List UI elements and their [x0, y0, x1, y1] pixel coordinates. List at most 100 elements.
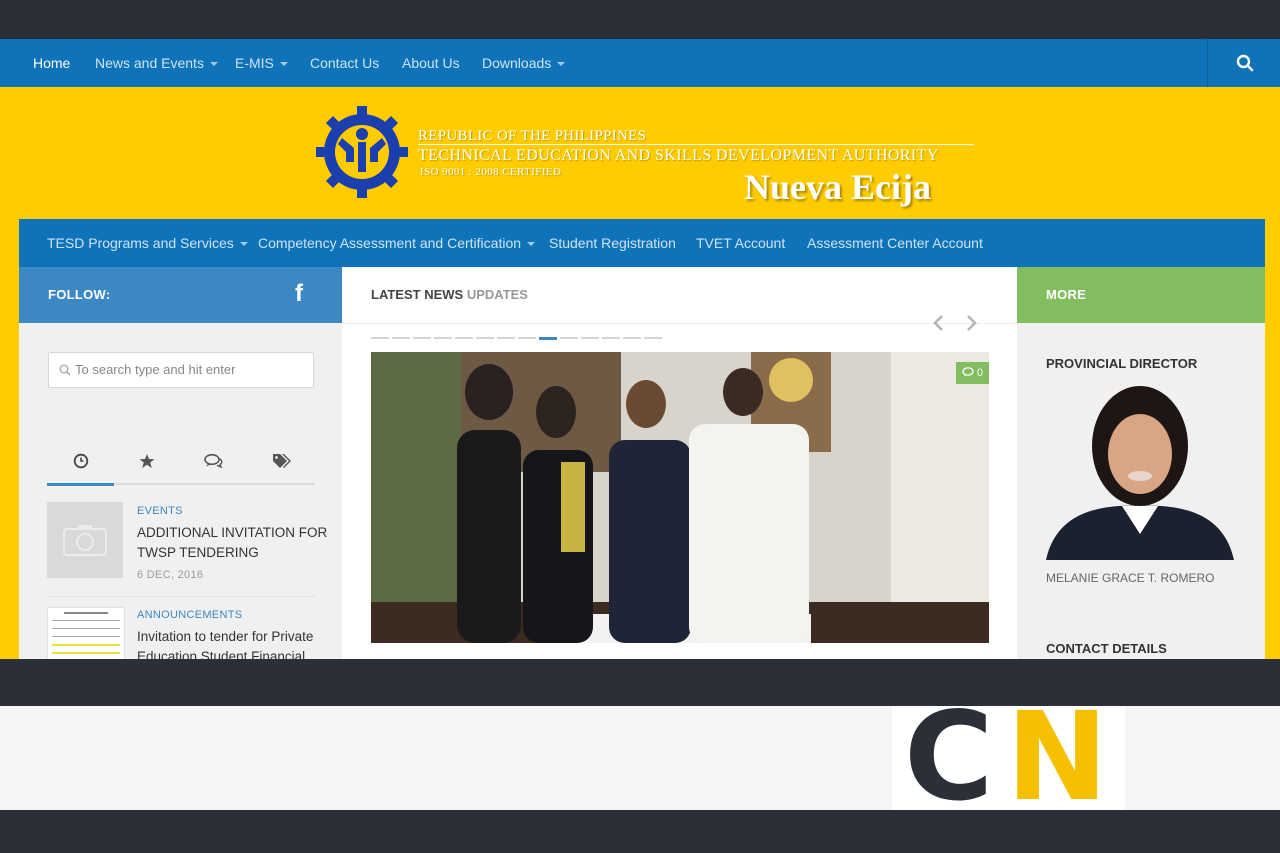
comment-count-badge[interactable]: 0 — [955, 362, 989, 384]
brand-letter-n: N — [1006, 686, 1109, 828]
slider-dot[interactable] — [371, 337, 389, 339]
nav-news-label: News and Events — [95, 55, 204, 71]
slider-dot[interactable] — [602, 337, 620, 339]
sidebar-tabs — [47, 443, 315, 486]
clock-icon — [73, 453, 89, 469]
post-title-line-2[interactable]: Education Student Financial — [137, 649, 305, 659]
post-date: 6 DEC, 2016 — [137, 569, 204, 581]
list-item[interactable]: ANNOUNCEMENTS Invitation to tender for P… — [47, 605, 315, 659]
slider-dot[interactable] — [644, 337, 662, 339]
director-heading: PROVINCIAL DIRECTOR — [1046, 356, 1198, 371]
slider-dot[interactable] — [518, 337, 536, 339]
tab-popular[interactable] — [114, 443, 181, 483]
search-field[interactable]: To search type and hit enter — [48, 352, 314, 388]
star-icon — [139, 454, 155, 468]
tab-comments[interactable] — [181, 443, 248, 483]
nav-contact-us[interactable]: Contact Us — [310, 39, 379, 87]
subnav-student-registration[interactable]: Student Registration — [549, 219, 676, 267]
slider-prev-button[interactable] — [928, 313, 948, 333]
search-input[interactable]: To search type and hit enter — [75, 353, 235, 387]
tab-tags[interactable] — [248, 443, 315, 483]
search-icon — [59, 364, 71, 376]
slider-dot[interactable] — [392, 337, 410, 339]
featured-news-image[interactable]: 0 — [371, 352, 989, 643]
header-line-3: ISO 9001 : 2008 CERTIFIED — [420, 166, 562, 178]
slider-dot[interactable] — [581, 337, 599, 339]
comment-count: 0 — [976, 367, 983, 379]
slider-pagination — [371, 337, 671, 340]
subnav-tesd-programs[interactable]: TESD Programs and Services — [47, 219, 248, 267]
list-item[interactable]: EVENTS ADDITIONAL INVITATION FOR TWSP TE… — [47, 501, 327, 597]
brand-letter-c: C — [904, 686, 994, 828]
thumb-doc-highlight — [52, 652, 120, 654]
post-category[interactable]: ANNOUNCEMENTS — [137, 609, 242, 621]
chevron-down-icon — [557, 62, 566, 67]
tags-icon — [273, 454, 291, 468]
follow-bar: FOLLOW: f — [19, 267, 342, 323]
slider-dot[interactable] — [623, 337, 641, 339]
slider-dot[interactable] — [455, 337, 473, 339]
nav-emis-label: E-MIS — [235, 55, 274, 71]
nav-about-us[interactable]: About Us — [402, 39, 460, 87]
slider-next-button[interactable] — [962, 313, 982, 333]
chevron-right-icon — [967, 315, 977, 331]
comments-icon — [204, 453, 223, 469]
chevron-down-icon — [279, 62, 288, 67]
portrait-image — [1046, 386, 1234, 560]
tesda-gear-logo-icon — [316, 106, 408, 198]
director-photo — [1046, 384, 1234, 560]
header-line-1: REPUBLIC OF THE PHILIPPINES — [418, 128, 647, 144]
thumb-doc-highlight — [52, 644, 120, 646]
post-category[interactable]: EVENTS — [137, 505, 183, 517]
slider-dot[interactable] — [497, 337, 515, 339]
search-button[interactable] — [1207, 39, 1280, 87]
comments-icon — [962, 367, 974, 377]
post-title-line-2[interactable]: TWSP TENDERING — [137, 545, 259, 560]
subnav-competency-assessment[interactable]: Competency Assessment and Certification — [258, 219, 536, 267]
overlay-light-band — [0, 706, 892, 810]
post-thumbnail[interactable] — [47, 502, 123, 578]
overlay-bottom-band — [0, 810, 1280, 853]
slider-dot[interactable] — [476, 337, 494, 339]
post-title-line-1[interactable]: ADDITIONAL INVITATION FOR — [137, 525, 327, 540]
nav-downloads-label: Downloads — [482, 55, 552, 71]
slider-dot[interactable] — [560, 337, 578, 339]
slider-dot[interactable] — [413, 337, 431, 339]
news-heading: LATEST NEWS UPDATES — [371, 267, 528, 323]
group-photo — [371, 352, 989, 643]
contact-heading: CONTACT DETAILS — [1046, 641, 1167, 656]
subnav-assessment-center-account[interactable]: Assessment Center Account — [807, 219, 983, 267]
post-title-line-1[interactable]: Invitation to tender for Private — [137, 629, 313, 644]
nav-news-and-events[interactable]: News and Events — [95, 39, 218, 87]
header-line-2: TECHNICAL EDUCATION AND SKILLS DEVELOPME… — [418, 147, 939, 164]
chevron-down-icon — [239, 242, 248, 247]
facebook-icon[interactable]: f — [295, 280, 303, 308]
chevron-down-icon — [527, 242, 536, 247]
thumb-doc-line — [52, 620, 120, 621]
divider — [342, 323, 1017, 324]
subnav-tvet-account[interactable]: TVET Account — [696, 219, 785, 267]
subnav-tesd-label: TESD Programs and Services — [47, 235, 234, 251]
slider-dot[interactable] — [539, 337, 557, 340]
nav-home[interactable]: Home — [33, 39, 70, 87]
post-thumbnail[interactable] — [47, 607, 125, 659]
top-navbar: Home News and Events E-MIS Contact Us Ab… — [0, 39, 1280, 87]
more-label: MORE — [1046, 287, 1087, 302]
header-divider — [418, 144, 974, 145]
site-logo[interactable]: REPUBLIC OF THE PHILIPPINES TECHNICAL ED… — [314, 104, 974, 214]
news-heading-light: UPDATES — [466, 287, 528, 302]
chevron-left-icon — [933, 315, 943, 331]
more-bar: MORE — [1017, 267, 1265, 323]
chevron-down-icon — [209, 62, 218, 67]
slider-dot[interactable] — [434, 337, 452, 339]
search-icon — [1236, 54, 1254, 72]
news-heading-bold: LATEST NEWS — [371, 287, 464, 302]
nav-emis[interactable]: E-MIS — [235, 39, 288, 87]
tab-recent[interactable] — [47, 443, 114, 486]
camera-icon — [63, 525, 107, 556]
brand-logo: C N — [892, 692, 1125, 822]
secondary-navbar: TESD Programs and Services Competency As… — [19, 219, 1265, 267]
overlay-light-band-right — [1125, 706, 1280, 810]
nav-downloads[interactable]: Downloads — [482, 39, 566, 87]
thumb-doc-line — [52, 636, 120, 637]
